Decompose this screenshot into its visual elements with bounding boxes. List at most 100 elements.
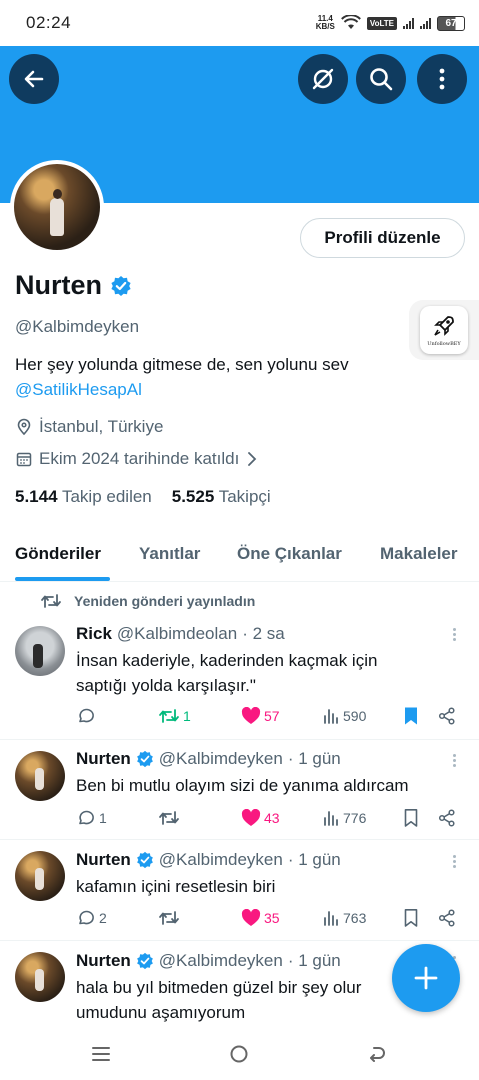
- share-icon: [438, 809, 455, 827]
- post-more-icon[interactable]: [451, 628, 457, 641]
- repost-button[interactable]: 1: [158, 705, 191, 727]
- like-button[interactable]: 57: [241, 705, 280, 727]
- share-icon: [438, 909, 455, 927]
- profile-joined[interactable]: Ekim 2024 tarihinde katıldı: [15, 449, 259, 469]
- reply-icon: [79, 810, 94, 825]
- post-time: · 1 gün: [287, 850, 341, 869]
- system-nav-bar: [0, 1030, 479, 1080]
- repost-note-text: Yeniden gönderi yayınladın: [74, 593, 256, 609]
- post-actions: 1 57 590: [76, 705, 466, 727]
- reply-count: 2: [99, 910, 107, 926]
- compose-button[interactable]: [392, 944, 460, 1012]
- joined-text: Ekim 2024 tarihinde katıldı: [39, 449, 240, 468]
- location-pin-icon: [17, 418, 31, 436]
- post-text: kafamın içini resetlesin biri: [76, 877, 276, 896]
- bookmark-button[interactable]: [403, 907, 419, 929]
- wifi-icon: [340, 15, 361, 29]
- following-link[interactable]: 5.144 Takip edilen: [15, 487, 152, 507]
- repost-button[interactable]: [158, 807, 180, 829]
- post-text: İnsan kaderiyle, kaderinden kaçmak için …: [76, 651, 378, 695]
- reply-button[interactable]: [76, 705, 99, 727]
- profile-name: Nurten: [15, 270, 132, 301]
- repost-button[interactable]: [158, 907, 180, 929]
- post-item[interactable]: Rick @Kalbimdeolan · 2 sa İnsan kaderiyl…: [0, 612, 479, 740]
- calendar-icon: [16, 452, 32, 467]
- views-button[interactable]: 763: [322, 907, 366, 929]
- post-author-name: Nurten: [76, 749, 131, 768]
- bookmark-button[interactable]: [403, 807, 419, 829]
- back-button[interactable]: [9, 54, 59, 104]
- post-item[interactable]: Nurten @Kalbimdeyken · 1 gün kafamın içi…: [0, 840, 479, 941]
- views-icon: [324, 911, 338, 926]
- grok-button[interactable]: [298, 54, 348, 104]
- repost-note: Yeniden gönderi yayınladın: [40, 593, 255, 609]
- status-bar: 02:24 11.4 KB/S VoLTE 67: [0, 0, 479, 46]
- back-nav-button[interactable]: [367, 1044, 387, 1069]
- like-button[interactable]: 43: [241, 807, 280, 829]
- unfollow-widget-label: UnfollowBEY: [427, 341, 461, 347]
- post-author-handle: @Kalbimdeyken: [158, 850, 283, 869]
- net-speed: 11.4 KB/S: [316, 15, 335, 31]
- post-author-handle: @Kalbimdeyken: [158, 749, 283, 768]
- repost-icon: [159, 911, 179, 925]
- post-avatar[interactable]: [15, 952, 65, 1002]
- reply-button[interactable]: 1: [76, 807, 107, 829]
- profile-bio: Her şey yolunda gitmese de, sen yolunu s…: [15, 352, 349, 402]
- views-count: 763: [343, 910, 367, 926]
- post-header: Rick @Kalbimdeolan · 2 sa: [76, 624, 285, 644]
- post-avatar[interactable]: [15, 626, 65, 676]
- verified-badge-icon: [136, 750, 153, 768]
- post-header: Nurten @Kalbimdeyken · 1 gün: [76, 850, 341, 870]
- menu-icon: [92, 1047, 110, 1061]
- repost-icon: [159, 709, 179, 723]
- post-item[interactable]: Nurten @Kalbimdeyken · 1 gün Ben bi mutl…: [0, 740, 479, 840]
- signal-2-icon: [420, 17, 431, 29]
- following-count: 5.144: [15, 487, 58, 506]
- post-author-name: Nurten: [76, 951, 131, 970]
- tab-replies[interactable]: Yanıtlar: [139, 544, 200, 564]
- post-time: · 1 gün: [287, 749, 341, 768]
- like-icon: [241, 909, 261, 926]
- share-button[interactable]: [438, 907, 456, 929]
- repost-icon: [41, 594, 61, 608]
- like-count: 57: [264, 708, 280, 724]
- post-text: hala bu yıl bitmeden güzel bir şey olur …: [76, 978, 362, 1022]
- reply-button[interactable]: 2: [76, 907, 107, 929]
- views-button[interactable]: 776: [322, 807, 366, 829]
- post-time: · 2 sa: [242, 624, 285, 643]
- like-count: 43: [264, 810, 280, 826]
- post-avatar[interactable]: [15, 751, 65, 801]
- post-avatar[interactable]: [15, 851, 65, 901]
- bookmark-button[interactable]: [403, 705, 419, 727]
- more-options-button[interactable]: [417, 54, 467, 104]
- location-text: İstanbul, Türkiye: [39, 417, 164, 436]
- chevron-right-icon: [248, 452, 257, 466]
- post-more-icon[interactable]: [451, 855, 457, 868]
- tab-articles[interactable]: Makaleler: [380, 544, 458, 564]
- like-button[interactable]: 35: [241, 907, 280, 929]
- profile-avatar[interactable]: [10, 160, 104, 254]
- recent-apps-button[interactable]: [91, 1044, 111, 1069]
- follow-stats: 5.144 Takip edilen 5.525 Takipçi: [15, 487, 271, 507]
- share-button[interactable]: [438, 807, 456, 829]
- edit-profile-button[interactable]: Profili düzenle: [300, 218, 465, 258]
- unfollow-widget-card: UnfollowBEY: [420, 306, 468, 354]
- reply-icon: [79, 910, 94, 925]
- repost-count: 1: [183, 708, 191, 724]
- followers-link[interactable]: 5.525 Takipçi: [172, 487, 271, 507]
- bio-mention-link[interactable]: @SatilikHesapAl: [15, 377, 349, 402]
- avatar-figure: [50, 189, 64, 236]
- home-button[interactable]: [229, 1044, 249, 1069]
- post-more-icon[interactable]: [451, 754, 457, 767]
- active-tab-indicator: [15, 577, 110, 581]
- tab-highlights[interactable]: Öne Çıkanlar: [237, 544, 342, 564]
- views-button[interactable]: 590: [322, 705, 366, 727]
- bookmark-icon: [405, 707, 417, 725]
- search-button[interactable]: [356, 54, 406, 104]
- profile-handle: @Kalbimdeyken: [15, 317, 140, 336]
- share-button[interactable]: [438, 705, 456, 727]
- status-time: 02:24: [26, 13, 72, 32]
- unfollow-widget[interactable]: UnfollowBEY: [409, 300, 479, 360]
- tab-posts[interactable]: Gönderiler: [15, 544, 101, 564]
- followers-count: 5.525: [171, 487, 215, 506]
